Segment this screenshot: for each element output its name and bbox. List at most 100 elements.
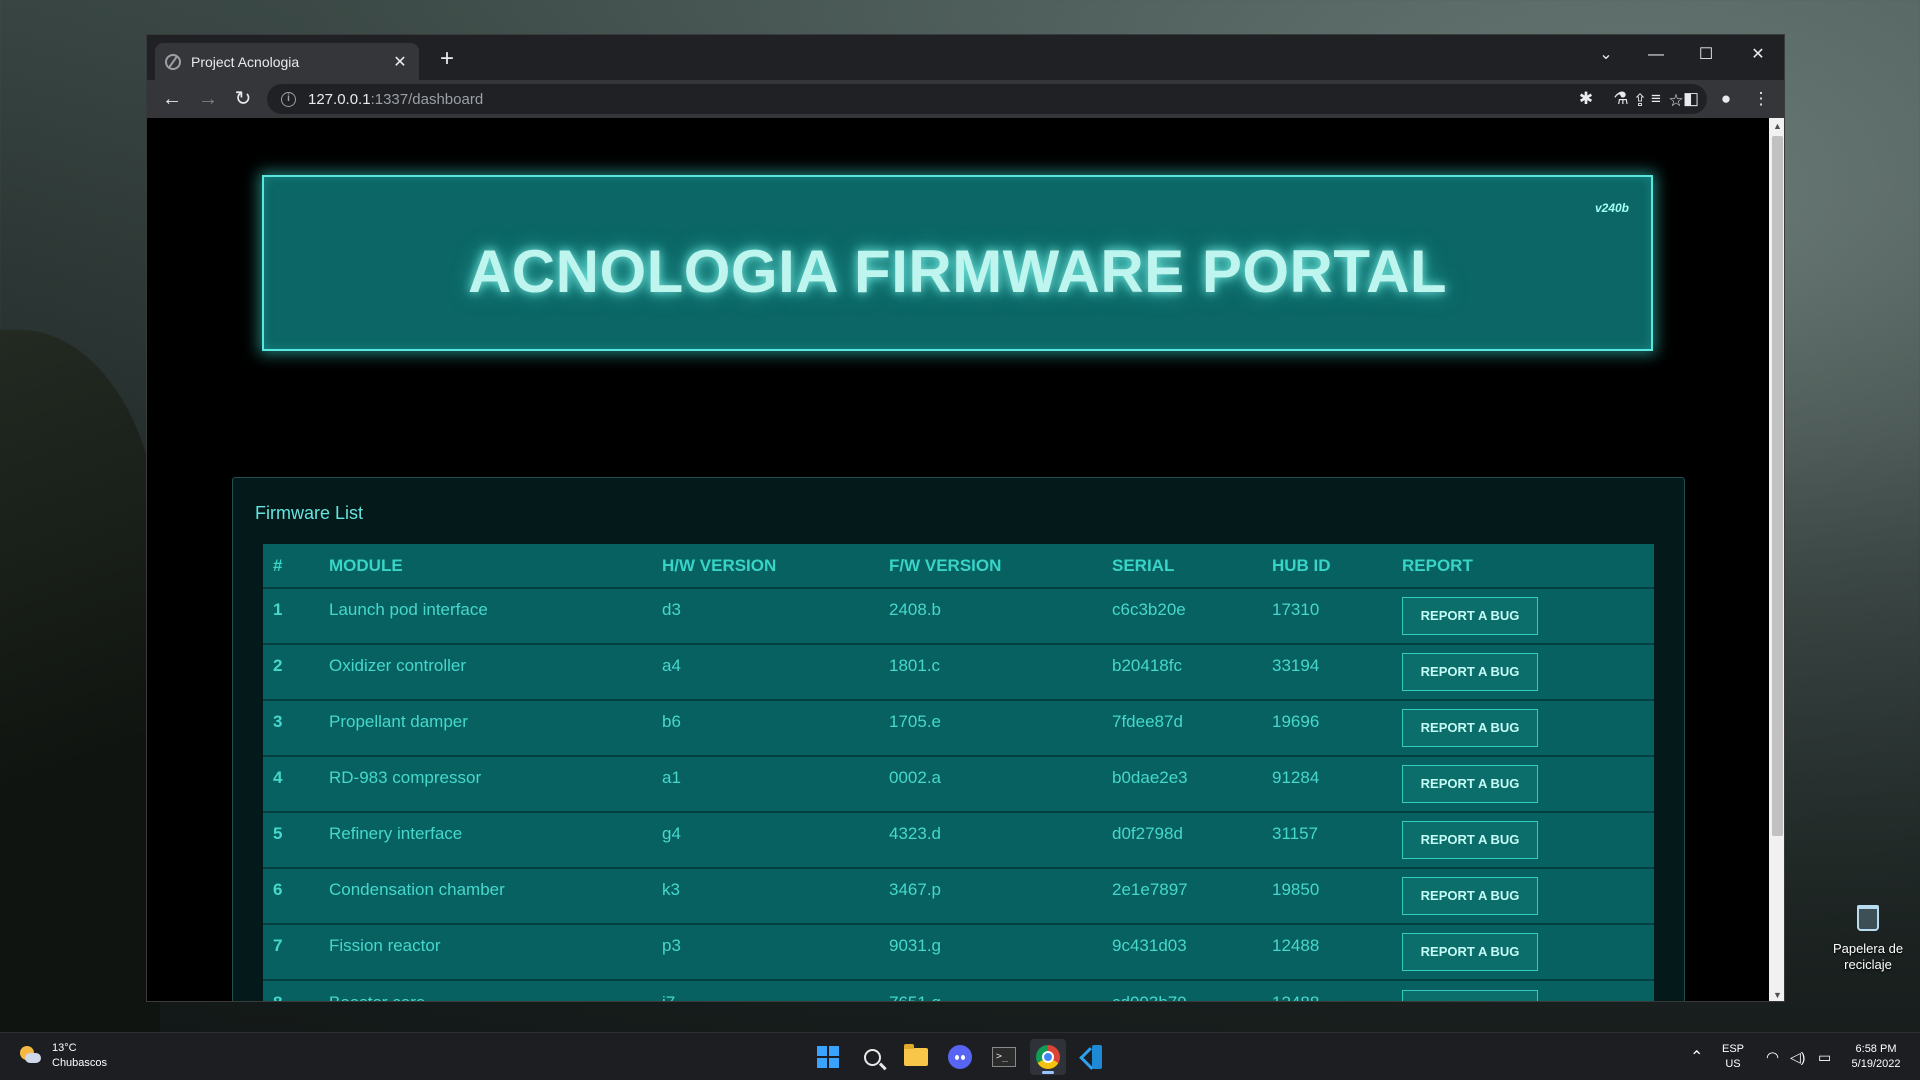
start-button[interactable] — [810, 1039, 846, 1075]
new-tab-button[interactable]: + — [433, 45, 461, 73]
file-explorer-icon — [904, 1044, 928, 1066]
address-bar[interactable]: i 127.0.0.1:1337/dashboard ⇪ ☆ — [267, 84, 1707, 114]
report-a-bug-button[interactable]: REPORT A BUG — [1402, 821, 1538, 859]
browser-toolbar: ← → ↻ i 127.0.0.1:1337/dashboard ⇪ ☆ ✱ ⚗… — [147, 80, 1784, 118]
tab-search-chevron-icon[interactable]: ⌄ — [1591, 43, 1621, 67]
table-row: 5 Refinery interface g4 4323.d d0f2798d … — [263, 811, 1654, 868]
taskbar-vscode[interactable] — [1074, 1039, 1110, 1075]
row-module: Launch pod interface — [329, 600, 488, 619]
clock-date: 5/19/2022 — [1851, 1058, 1901, 1070]
close-window-icon[interactable]: ✕ — [1743, 43, 1773, 67]
table-row: 2 Oxidizer controller a4 1801.c b20418fc… — [263, 643, 1654, 700]
row-serial: b20418fc — [1112, 656, 1182, 675]
row-fw-version: 4323.d — [889, 824, 941, 843]
active-indicator — [1042, 1071, 1054, 1074]
report-a-bug-button[interactable]: REPORT A BUG — [1402, 989, 1538, 1001]
row-module: Oxidizer controller — [329, 656, 466, 675]
tab-project-acnologia[interactable]: Project Acnologia ✕ — [155, 43, 419, 80]
wifi-icon[interactable]: ◠ — [1766, 1033, 1779, 1080]
report-a-bug-button[interactable]: REPORT A BUG — [1402, 877, 1538, 915]
taskbar-file-explorer[interactable] — [898, 1039, 934, 1075]
report-a-bug-button[interactable]: REPORT A BUG — [1402, 597, 1538, 635]
volume-icon[interactable]: ◁) — [1790, 1033, 1805, 1080]
scroll-up-arrow-icon[interactable]: ▲ — [1769, 118, 1784, 134]
maximize-icon[interactable]: ☐ — [1691, 43, 1721, 67]
table-row: 4 RD-983 compressor a1 0002.a b0dae2e3 9… — [263, 755, 1654, 812]
recycle-bin-icon — [1857, 905, 1879, 931]
media-queue-icon[interactable]: ≡ — [1645, 89, 1667, 109]
col-header-hw-version: H/W VERSION — [652, 544, 879, 589]
row-hub-id: 33194 — [1272, 656, 1320, 675]
row-number: 3 — [273, 712, 283, 731]
row-hw-version: a4 — [662, 656, 681, 675]
language-indicator[interactable]: ESP US — [1722, 1033, 1744, 1080]
side-panel-icon[interactable]: ◧ — [1680, 89, 1702, 109]
row-number: 2 — [273, 656, 283, 675]
tab-strip: Project Acnologia ✕ + ⌄ — ☐ ✕ — [147, 35, 1784, 80]
taskbar-search-button[interactable] — [854, 1039, 890, 1075]
row-serial: 2e1e7897 — [1112, 880, 1188, 899]
report-a-bug-button[interactable]: REPORT A BUG — [1402, 765, 1538, 803]
language-primary: ESP — [1722, 1043, 1745, 1055]
row-module: RD-983 compressor — [329, 768, 482, 787]
weather-temperature: 13°C — [52, 1042, 77, 1054]
globe-icon — [165, 53, 181, 70]
tray-overflow-chevron-icon[interactable]: ⌃ — [1690, 1033, 1703, 1080]
row-hw-version: g4 — [662, 824, 681, 843]
page-title: ACNOLOGIA FIRMWARE PORTAL — [467, 238, 1448, 305]
reload-icon[interactable]: ↻ — [230, 86, 256, 112]
wallpaper-hill — [0, 330, 160, 1050]
table-row: 6 Condensation chamber k3 3467.p 2e1e789… — [263, 867, 1654, 924]
menu-kebab-icon[interactable]: ⋮ — [1750, 89, 1772, 109]
firmware-table: # MODULE H/W VERSION F/W VERSION SERIAL … — [263, 544, 1654, 1002]
col-header-hub-id: HUB ID — [1262, 544, 1392, 589]
tab-close-icon[interactable]: ✕ — [391, 52, 409, 72]
minimize-icon[interactable]: — — [1641, 43, 1671, 67]
row-hub-id: 17310 — [1272, 600, 1320, 619]
taskbar-terminal[interactable]: >_ — [986, 1039, 1022, 1075]
row-fw-version: 7651.g — [889, 992, 941, 1002]
row-hw-version: d3 — [662, 600, 681, 619]
row-serial: cd003b79 — [1112, 992, 1187, 1002]
url-path: :1337/dashboard — [370, 90, 484, 108]
col-header-module: MODULE — [319, 544, 652, 589]
clock[interactable]: 6:58 PM 5/19/2022 — [1846, 1033, 1906, 1080]
page-scrollbar[interactable]: ▲ ▼ — [1769, 118, 1784, 1001]
address-url[interactable]: 127.0.0.1:1337/dashboard — [308, 91, 483, 108]
weather-widget[interactable]: 13°C Chubascos — [18, 1041, 107, 1071]
row-fw-version: 3467.p — [889, 880, 941, 899]
row-hub-id: 12488 — [1272, 992, 1320, 1002]
labs-flask-icon[interactable]: ⚗ — [1610, 89, 1632, 109]
report-a-bug-button[interactable]: REPORT A BUG — [1402, 653, 1538, 691]
extensions-puzzle-icon[interactable]: ✱ — [1575, 89, 1597, 109]
scroll-down-arrow-icon[interactable]: ▼ — [1769, 987, 1784, 1001]
taskbar-chrome[interactable] — [1030, 1039, 1066, 1075]
row-number: 4 — [273, 768, 283, 787]
table-header-row: # MODULE H/W VERSION F/W VERSION SERIAL … — [263, 544, 1654, 589]
table-row: 1 Launch pod interface d3 2408.b c6c3b20… — [263, 587, 1654, 644]
row-hub-id: 12488 — [1272, 936, 1320, 955]
profile-avatar-icon[interactable]: ● — [1715, 89, 1737, 109]
taskbar: 13°C Chubascos >_ ⌃ ESP US ◠ ◁) ▭ 6:58 P… — [0, 1032, 1920, 1080]
report-a-bug-button[interactable]: REPORT A BUG — [1402, 709, 1538, 747]
col-header-report: REPORT — [1392, 544, 1654, 589]
search-icon — [863, 1048, 881, 1066]
row-number: 1 — [273, 600, 283, 619]
recycle-bin[interactable]: Papelera de reciclaje — [1818, 905, 1918, 973]
terminal-icon: >_ — [992, 1047, 1016, 1067]
page-viewport: v240b ACNOLOGIA FIRMWARE PORTAL Firmware… — [147, 118, 1769, 1002]
row-module: Condensation chamber — [329, 880, 505, 899]
row-fw-version: 1705.e — [889, 712, 941, 731]
row-module: Fission reactor — [329, 936, 441, 955]
taskbar-discord[interactable] — [942, 1039, 978, 1075]
site-info-icon[interactable]: i — [281, 91, 296, 107]
row-module: Booster core — [329, 992, 426, 1002]
battery-icon[interactable]: ▭ — [1818, 1033, 1831, 1080]
row-hw-version: b6 — [662, 712, 681, 731]
back-arrow-icon[interactable]: ← — [159, 86, 185, 112]
recycle-bin-label: Papelera de reciclaje — [1832, 941, 1904, 972]
row-hub-id: 19696 — [1272, 712, 1320, 731]
report-a-bug-button[interactable]: REPORT A BUG — [1402, 933, 1538, 971]
scrollbar-thumb[interactable] — [1772, 136, 1783, 836]
forward-arrow-icon[interactable]: → — [195, 86, 221, 112]
